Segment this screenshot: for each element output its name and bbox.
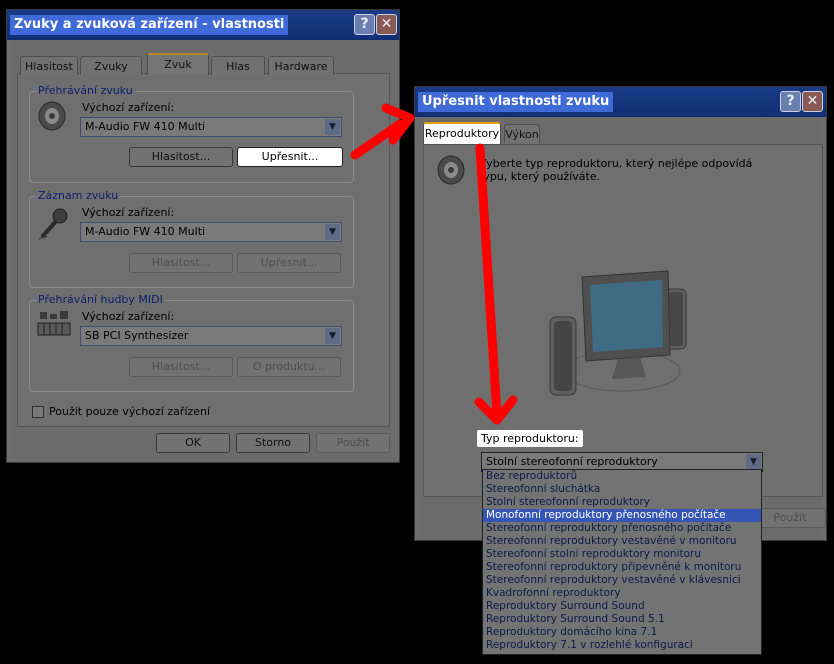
annotation-arrows [350, 103, 518, 425]
annotation-arrow-to-speaker-type [475, 143, 502, 420]
